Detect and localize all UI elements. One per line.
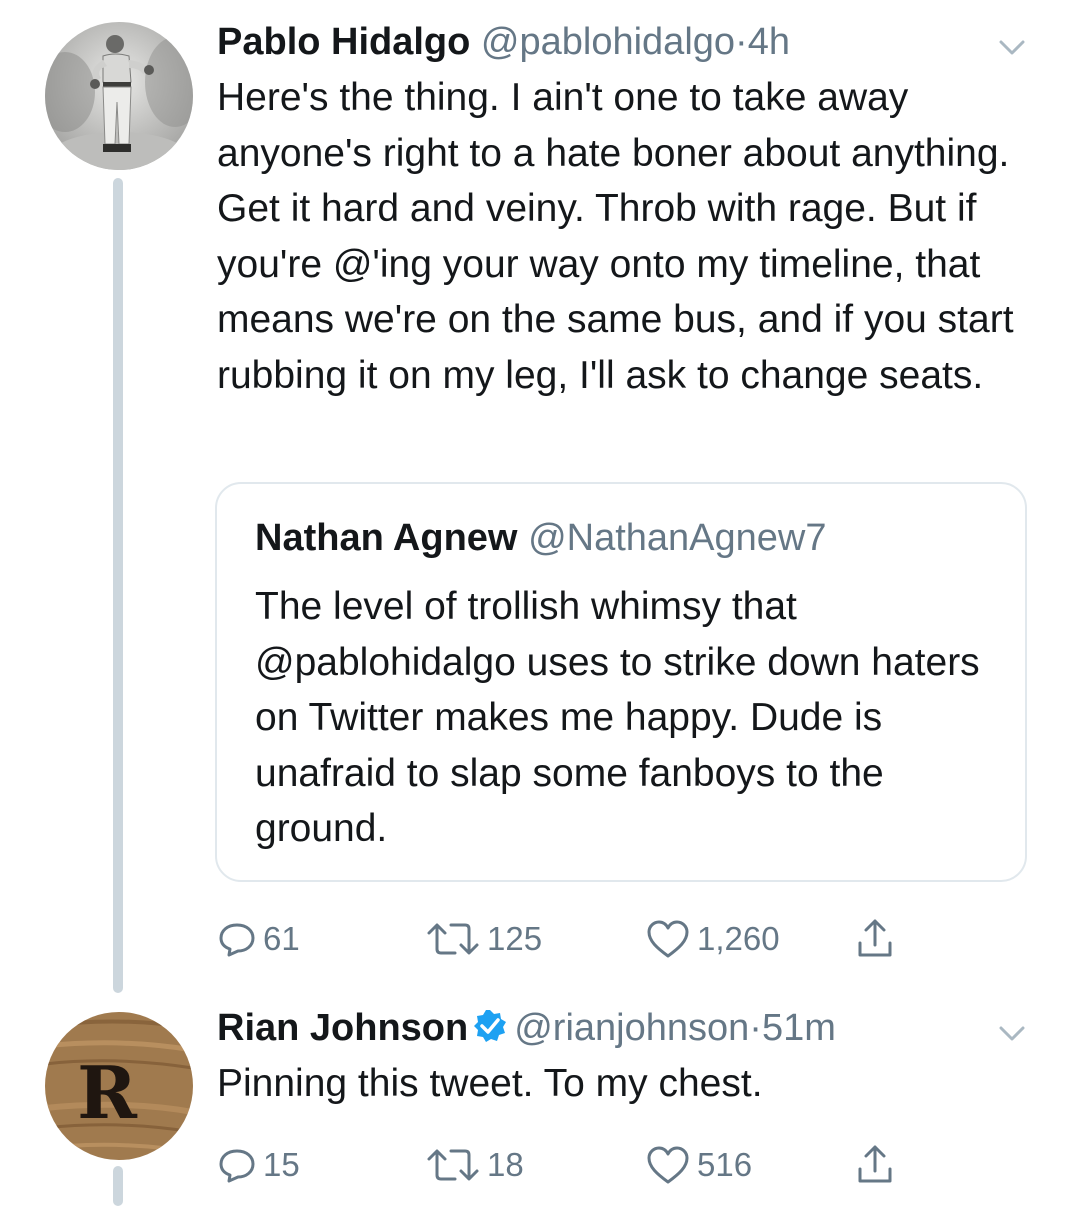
author-name[interactable]: Pablo Hidalgo xyxy=(217,21,470,63)
reply-icon xyxy=(219,1149,255,1183)
tweet-header: Pablo Hidalgo @pablohidalgo·4h xyxy=(217,20,790,64)
retweet-icon xyxy=(427,923,479,955)
avatar-letter: R xyxy=(77,1050,138,1135)
quoted-header: Nathan Agnew @NathanAgnew7 xyxy=(255,516,827,560)
tweet-actions: 61 125 1,260 xyxy=(217,914,937,964)
retweet-count: 18 xyxy=(487,1146,524,1183)
author-name[interactable]: Rian Johnson xyxy=(217,1007,468,1049)
reply-icon xyxy=(219,923,255,957)
heart-icon xyxy=(647,1146,689,1184)
reply-count: 15 xyxy=(263,1146,300,1183)
quoted-tweet[interactable]: Nathan Agnew @NathanAgnew7 The level of … xyxy=(215,482,1027,882)
tweet-actions: 15 18 516 xyxy=(217,1140,937,1190)
tweet-time[interactable]: 51m xyxy=(762,1007,836,1049)
share-button[interactable] xyxy=(855,914,901,964)
separator-dot: · xyxy=(735,21,748,63)
retweet-count: 125 xyxy=(487,920,543,957)
author-handle[interactable]: @rianjohnson xyxy=(514,1007,749,1049)
tweet-text: Here's the thing. I ain't one to take aw… xyxy=(217,76,1014,397)
separator-dot: · xyxy=(749,1007,762,1049)
like-count: 516 xyxy=(697,1146,753,1183)
quoted-author-handle: @NathanAgnew7 xyxy=(528,517,827,559)
retweet-button[interactable]: 125 xyxy=(425,914,542,964)
like-button[interactable]: 516 xyxy=(645,1140,752,1190)
share-icon xyxy=(858,1145,892,1183)
reply-button[interactable]: 61 xyxy=(217,914,300,964)
tweet-header: Rian Johnson @rianjohnson·51m xyxy=(217,1006,836,1050)
author-handle[interactable]: @pablohidalgo xyxy=(481,21,735,63)
avatar-pablo[interactable] xyxy=(45,22,193,170)
chevron-down-icon xyxy=(999,1026,1025,1041)
reply-button[interactable]: 15 xyxy=(217,1140,300,1190)
retweet-icon xyxy=(427,1149,479,1181)
share-button[interactable] xyxy=(855,1140,901,1190)
quoted-text: The level of trollish whimsy that @pablo… xyxy=(255,585,980,850)
share-icon xyxy=(858,919,892,957)
thread-line-continue xyxy=(113,1166,123,1206)
tweet-pablo[interactable]: Pablo Hidalgo @pablohidalgo·4h Here's th… xyxy=(0,0,1071,1000)
avatar-rian[interactable]: R xyxy=(45,1012,193,1160)
wood-letter-logo-icon: R xyxy=(45,1012,193,1160)
quoted-author-name: Nathan Agnew xyxy=(255,517,518,559)
heart-icon xyxy=(647,920,689,958)
like-button[interactable]: 1,260 xyxy=(645,914,780,964)
tweet-rian[interactable]: R Rian Johnson @rianjohnson·51m Pinning … xyxy=(0,1000,1071,1206)
tweet-text: Pinning this tweet. To my chest. xyxy=(217,1062,763,1105)
reply-count: 61 xyxy=(263,920,300,957)
tweet-menu-button[interactable] xyxy=(997,32,1027,62)
retweet-button[interactable]: 18 xyxy=(425,1140,524,1190)
tweet-menu-button[interactable] xyxy=(997,1018,1027,1048)
thread-line xyxy=(113,178,123,993)
like-count: 1,260 xyxy=(697,920,780,957)
verified-badge-icon xyxy=(474,1010,507,1042)
boxer-photo-icon xyxy=(45,22,193,170)
tweet-time[interactable]: 4h xyxy=(748,21,790,63)
chevron-down-icon xyxy=(999,40,1025,55)
